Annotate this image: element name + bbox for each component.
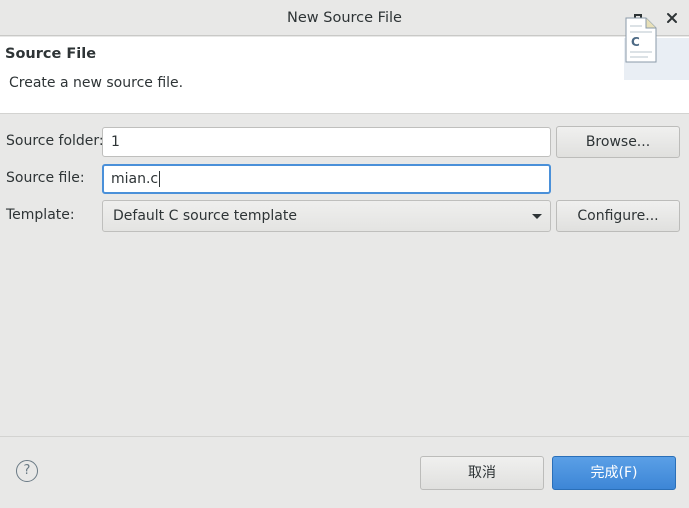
- banner-description: Create a new source file.: [9, 75, 184, 91]
- footer-divider: [0, 436, 689, 437]
- configure-button[interactable]: Configure...: [556, 200, 680, 232]
- source-file-input[interactable]: mian.c: [102, 164, 551, 194]
- c-letter: C: [631, 35, 640, 49]
- dropdown-arrow-icon: [532, 214, 542, 219]
- finish-button[interactable]: 完成(F): [552, 456, 676, 490]
- source-file-value: mian.c: [111, 171, 159, 187]
- wizard-banner: Source File Create a new source file.: [0, 37, 689, 114]
- template-label: Template:: [6, 207, 75, 223]
- cancel-button[interactable]: 取消: [420, 456, 544, 490]
- title-bar: New Source File: [0, 0, 689, 36]
- help-icon[interactable]: ?: [16, 460, 38, 482]
- source-folder-input[interactable]: 1: [102, 127, 551, 157]
- text-caret: [159, 171, 161, 187]
- window-title: New Source File: [287, 10, 402, 26]
- template-selected-value: Default C source template: [113, 208, 297, 224]
- source-file-label: Source file:: [6, 170, 85, 186]
- banner-heading: Source File: [5, 46, 97, 62]
- browse-button[interactable]: Browse...: [556, 126, 680, 158]
- template-dropdown[interactable]: Default C source template: [102, 200, 551, 232]
- c-source-file-icon: C: [618, 14, 689, 80]
- source-folder-label: Source folder:: [6, 133, 104, 149]
